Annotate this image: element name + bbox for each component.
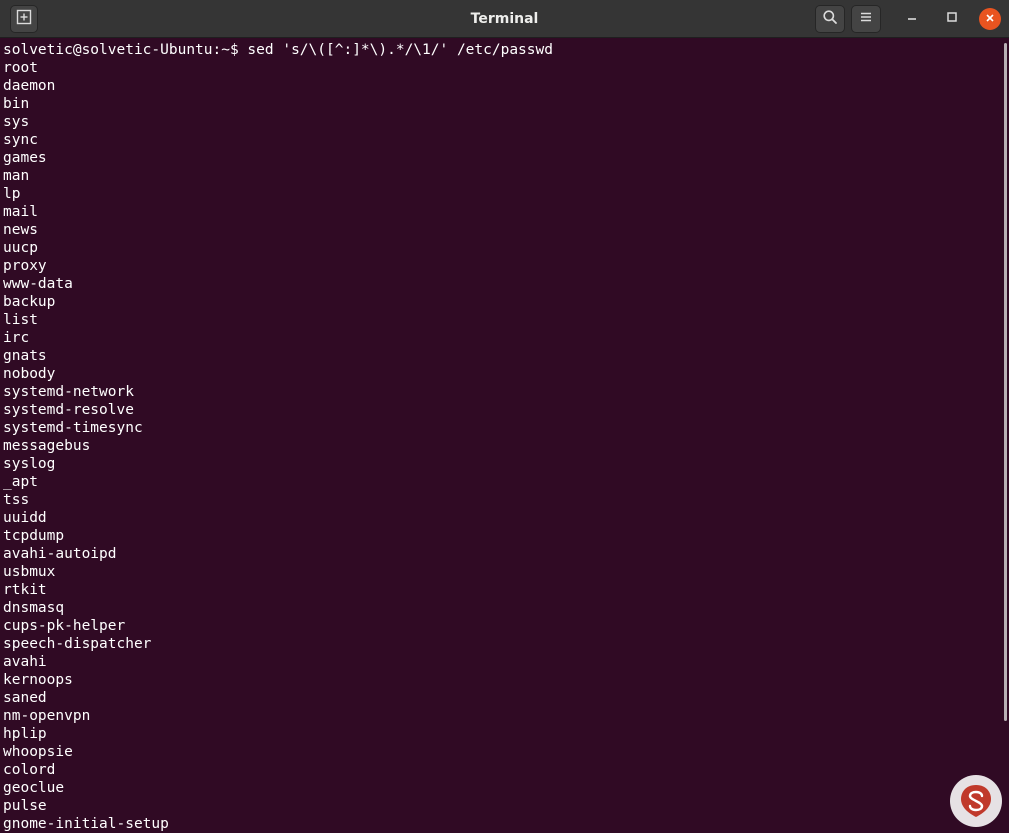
output-line: tss <box>3 492 30 508</box>
output-line: games <box>3 150 47 166</box>
minimize-icon <box>906 10 918 28</box>
output-line: kernoops <box>3 672 73 688</box>
output-line: avahi <box>3 654 47 670</box>
output-line: lp <box>3 186 21 202</box>
search-icon <box>822 9 838 30</box>
hamburger-menu-icon <box>859 10 873 29</box>
output-line: systemd-resolve <box>3 402 134 418</box>
output-line: sync <box>3 132 38 148</box>
output-line: rtkit <box>3 582 47 598</box>
output-line: mail <box>3 204 38 220</box>
output-line: usbmux <box>3 564 56 580</box>
output-line: gnome-initial-setup <box>3 816 169 832</box>
close-button[interactable] <box>979 8 1001 30</box>
terminal-lines: solvetic@solvetic-Ubuntu:~$ sed 's/\([^:… <box>3 41 553 833</box>
output-line: nm-openvpn <box>3 708 91 724</box>
output-line: geoclue <box>3 780 65 796</box>
minimize-button[interactable] <box>898 5 926 33</box>
terminal-scrollbar[interactable] <box>1004 43 1007 721</box>
output-line: daemon <box>3 78 56 94</box>
output-line: systemd-network <box>3 384 134 400</box>
output-line: proxy <box>3 258 47 274</box>
output-line: uuidd <box>3 510 47 526</box>
new-tab-button[interactable] <box>10 5 38 33</box>
output-line: backup <box>3 294 56 310</box>
search-button[interactable] <box>815 5 845 33</box>
output-line: whoopsie <box>3 744 73 760</box>
output-line: pulse <box>3 798 47 814</box>
output-line: bin <box>3 96 30 112</box>
output-line: tcpdump <box>3 528 65 544</box>
output-line: www-data <box>3 276 73 292</box>
output-line: saned <box>3 690 47 706</box>
output-line: uucp <box>3 240 38 256</box>
output-line: irc <box>3 330 30 346</box>
maximize-button[interactable] <box>938 5 966 33</box>
output-line: syslog <box>3 456 56 472</box>
output-line: speech-dispatcher <box>3 636 152 652</box>
output-line: man <box>3 168 30 184</box>
terminal-window: Terminal solvetic@solvetic-Ubuntu:~$ sed… <box>0 0 1009 833</box>
output-line: hplip <box>3 726 47 742</box>
close-icon <box>985 10 995 28</box>
output-line: colord <box>3 762 56 778</box>
output-line: cups-pk-helper <box>3 618 126 634</box>
maximize-icon <box>946 10 958 28</box>
output-line: dnsmasq <box>3 600 65 616</box>
new-tab-icon <box>16 9 32 30</box>
output-line: _apt <box>3 474 38 490</box>
output-line: systemd-timesync <box>3 420 143 436</box>
title-bar[interactable]: Terminal <box>0 0 1009 38</box>
output-line: messagebus <box>3 438 91 454</box>
terminal-output[interactable]: solvetic@solvetic-Ubuntu:~$ sed 's/\([^:… <box>0 39 1009 833</box>
output-line: news <box>3 222 38 238</box>
output-line: sys <box>3 114 30 130</box>
solvetic-logo <box>950 775 1002 827</box>
command-prompt-line: solvetic@solvetic-Ubuntu:~$ sed 's/\([^:… <box>3 42 553 58</box>
output-line: root <box>3 60 38 76</box>
output-line: nobody <box>3 366 56 382</box>
output-line: gnats <box>3 348 47 364</box>
menu-button[interactable] <box>851 5 881 33</box>
output-line: list <box>3 312 38 328</box>
output-line: avahi-autoipd <box>3 546 117 562</box>
